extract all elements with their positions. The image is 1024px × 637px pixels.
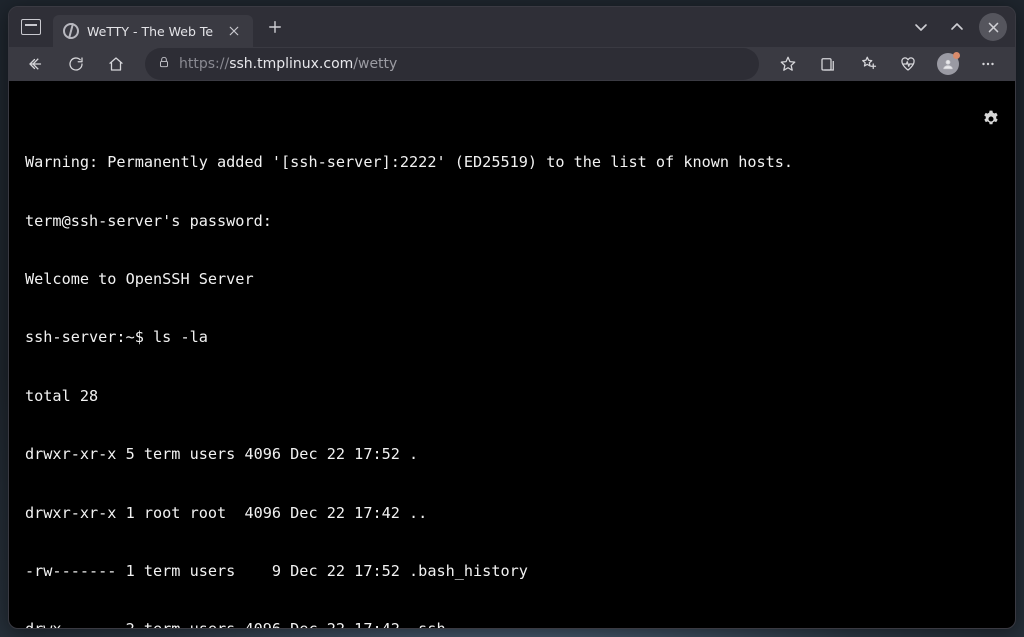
term-line: drwxr-xr-x 1 root root 4096 Dec 22 17:42… xyxy=(25,504,1015,523)
tab-actions-button[interactable] xyxy=(17,10,45,44)
favorites-bar-button[interactable] xyxy=(851,47,885,81)
nav-back-button[interactable] xyxy=(19,47,53,81)
window-close-button[interactable] xyxy=(979,13,1007,41)
url-text: https://ssh.tmplinux.com/wetty xyxy=(179,56,397,72)
browser-window: WeTTY - The Web Te xyxy=(8,6,1016,629)
term-line: total 28 xyxy=(25,387,1015,406)
address-bar[interactable]: https://ssh.tmplinux.com/wetty xyxy=(145,48,759,80)
favorite-button[interactable] xyxy=(771,47,805,81)
nav-home-button[interactable] xyxy=(99,47,133,81)
window-minimize-button[interactable] xyxy=(907,13,935,41)
term-line: Welcome to OpenSSH Server xyxy=(25,270,1015,289)
url-path: /wetty xyxy=(353,56,397,72)
tab-title: WeTTY - The Web Te xyxy=(87,24,217,39)
collections-button[interactable] xyxy=(811,47,845,81)
avatar-icon xyxy=(937,53,959,75)
term-line: drwx------ 2 term users 4096 Dec 22 17:4… xyxy=(25,620,1015,629)
wetty-settings-button[interactable] xyxy=(930,91,1001,153)
window-maximize-button[interactable] xyxy=(943,13,971,41)
term-line: term@ssh-server's password: xyxy=(25,212,1015,231)
toolbar: https://ssh.tmplinux.com/wetty xyxy=(9,47,1015,81)
lock-icon xyxy=(157,55,171,73)
tab-close-button[interactable] xyxy=(225,22,243,40)
term-line: drwxr-xr-x 5 term users 4096 Dec 22 17:5… xyxy=(25,445,1015,464)
nav-refresh-button[interactable] xyxy=(59,47,93,81)
term-line: Warning: Permanently added '[ssh-server]… xyxy=(25,153,1015,172)
profile-button[interactable] xyxy=(931,47,965,81)
titlebar: WeTTY - The Web Te xyxy=(9,7,1015,47)
browser-tab[interactable]: WeTTY - The Web Te xyxy=(53,15,253,47)
term-line: -rw------- 1 term users 9 Dec 22 17:52 .… xyxy=(25,562,1015,581)
site-favicon xyxy=(63,23,79,39)
sidebar-icon xyxy=(21,19,41,35)
term-line: ssh-server:~$ ls -la xyxy=(25,328,1015,347)
terminal-viewport[interactable]: Warning: Permanently added '[ssh-server]… xyxy=(9,81,1015,629)
url-scheme: https:// xyxy=(179,56,229,72)
health-button[interactable] xyxy=(891,47,925,81)
terminal-scrollbar[interactable] xyxy=(1001,81,1015,629)
url-host: ssh.tmplinux.com xyxy=(229,56,353,72)
new-tab-button[interactable] xyxy=(261,13,289,41)
more-menu-button[interactable] xyxy=(971,47,1005,81)
